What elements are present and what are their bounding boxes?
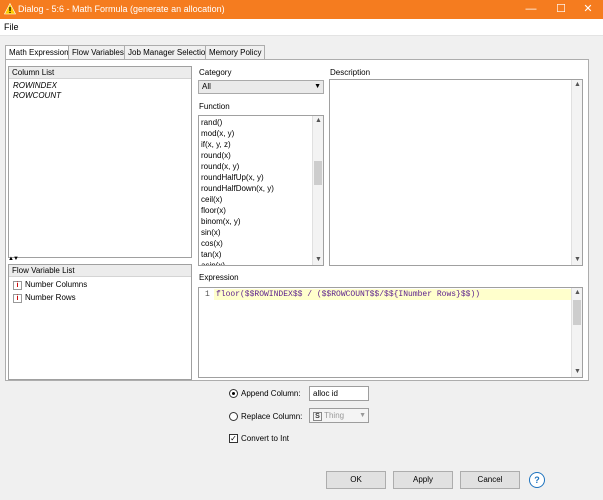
scroll-down-icon[interactable]: ▼ [572,367,582,377]
flow-var-icon: i [13,293,22,303]
line-number: 1 [205,290,210,299]
function-item[interactable]: roundHalfDown(x, y) [201,184,274,193]
window-title: Dialog - 5:6 - Math Formula (generate an… [18,4,225,14]
expression-scrollbar[interactable]: ▲ ▼ [571,288,582,377]
scroll-down-icon[interactable]: ▼ [572,255,583,265]
append-column-input[interactable]: alloc id [309,386,369,401]
scroll-down-icon[interactable]: ▼ [313,255,323,265]
chevron-down-icon: ▼ [359,412,366,419]
convert-to-int-checkbox[interactable]: ✓ [229,434,238,443]
chevron-down-icon: ▼ [314,83,321,90]
scroll-up-icon[interactable]: ▲ [313,116,323,126]
help-icon[interactable]: ? [529,472,545,488]
splitter-handle[interactable]: ▲▼ [8,256,19,262]
variable-icon: i [13,294,22,303]
convert-to-int-label: Convert to Int [241,434,290,443]
description-area: ▲ ▼ [329,79,583,266]
close-button[interactable]: ✕ [573,0,603,19]
replace-column-label: Replace Column: [241,412,303,421]
replace-column-value: Thing [324,411,345,420]
category-label: Category [199,68,232,77]
menu-bar: File [0,19,603,36]
function-item[interactable]: roundHalfUp(x, y) [201,173,264,182]
append-column-label: Append Column: [241,389,301,398]
maximize-button[interactable]: ☐ [546,0,576,19]
flow-variable-list[interactable]: Flow Variable List i Number Columns i Nu… [8,264,192,380]
category-select[interactable]: All ▼ [198,80,324,94]
column-item-rowcount[interactable]: ROWCOUNT [13,91,61,100]
expression-code[interactable]: floor($$ROWINDEX$$ / ($$ROWCOUNT$$/$${IN… [216,290,480,299]
description-label: Description [330,68,371,77]
variable-icon: i [13,281,22,290]
scroll-up-icon[interactable]: ▲ [572,288,582,298]
ok-button[interactable]: OK [326,471,386,489]
function-item[interactable]: ceil(x) [201,195,222,204]
function-item[interactable]: round(x, y) [201,162,239,171]
expression-label: Expression [199,273,239,282]
function-item[interactable]: mod(x, y) [201,129,234,138]
description-scrollbar[interactable]: ▲ ▼ [571,80,582,265]
function-item[interactable]: cos(x) [201,239,223,248]
flow-var-icon: i [13,280,22,290]
flow-var-number-rows[interactable]: Number Rows [25,293,76,302]
function-item[interactable]: asin(x) [201,261,225,265]
flow-variable-list-header: Flow Variable List [9,265,191,277]
minimize-button[interactable]: — [516,0,546,19]
replace-column-radio[interactable] [229,412,238,421]
tab-flow-variables[interactable]: Flow Variables [68,45,128,60]
function-item[interactable]: sin(x) [201,228,221,237]
warning-icon [4,3,16,15]
column-list[interactable]: Column List ROWINDEX ROWCOUNT [8,66,192,258]
column-item-rowindex[interactable]: ROWINDEX [13,81,57,90]
scroll-thumb[interactable] [573,300,581,325]
flow-var-number-columns[interactable]: Number Columns [25,280,87,289]
function-item[interactable]: binom(x, y) [201,217,241,226]
string-type-icon: S [313,412,322,421]
function-item[interactable]: floor(x) [201,206,226,215]
function-item[interactable]: tan(x) [201,250,221,259]
function-list[interactable]: rand() mod(x, y) if(x, y, z) round(x) round(… [198,115,324,266]
category-value: All [202,82,211,91]
replace-column-select[interactable]: S Thing ▼ [309,408,369,423]
expression-editor[interactable]: 1 floor($$ROWINDEX$$ / ($$ROWCOUNT$$/$${… [198,287,583,378]
column-list-header: Column List [9,67,191,79]
title-bar: Dialog - 5:6 - Math Formula (generate an… [0,0,603,19]
function-item[interactable]: round(x) [201,151,231,160]
cancel-button[interactable]: Cancel [460,471,520,489]
scroll-up-icon[interactable]: ▲ [572,80,583,90]
apply-button[interactable]: Apply [393,471,453,489]
line-gutter: 1 [199,288,213,377]
function-item[interactable]: rand() [201,118,222,127]
function-item[interactable]: if(x, y, z) [201,140,231,149]
scroll-thumb[interactable] [314,161,322,185]
append-column-radio[interactable] [229,389,238,398]
tab-memory-policy[interactable]: Memory Policy [205,45,266,60]
menu-file[interactable]: File [4,22,19,32]
function-label: Function [199,102,230,111]
function-scrollbar[interactable]: ▲ ▼ [312,116,323,265]
tab-job-manager-selection[interactable]: Job Manager Selection [124,45,214,60]
